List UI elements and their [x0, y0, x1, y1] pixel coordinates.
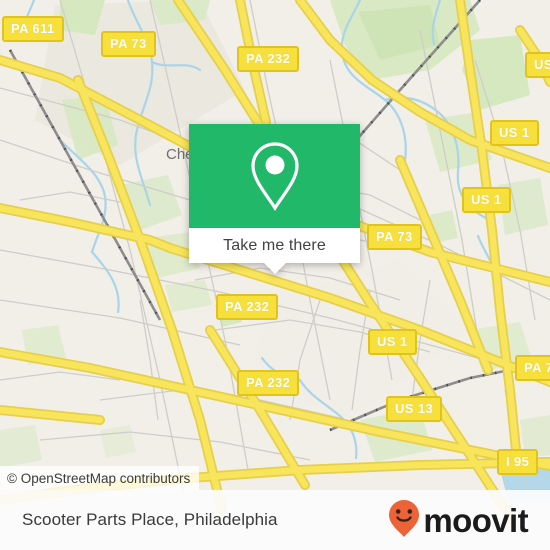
- road-shield-us-1-mid[interactable]: US 1: [462, 187, 511, 213]
- road-shield-us-1-upper[interactable]: US 1: [490, 120, 539, 146]
- road-shield-pa-232-mid[interactable]: PA 232: [216, 294, 279, 320]
- road-shield-pa-73-north[interactable]: PA 73: [101, 31, 156, 57]
- moovit-pin-icon: [387, 498, 421, 543]
- moovit-logo[interactable]: moovit: [387, 498, 529, 543]
- map-attribution[interactable]: © OpenStreetMap contributors: [0, 466, 200, 490]
- popup-pointer: [263, 263, 286, 274]
- road-shield-us-13[interactable]: US 13: [386, 396, 443, 422]
- map-pin-icon: [248, 140, 302, 212]
- road-shield-pa-611[interactable]: PA 611: [2, 16, 64, 42]
- road-shield-i-95[interactable]: I 95: [497, 449, 539, 475]
- place-title: Scooter Parts Place, Philadelphia: [22, 510, 278, 529]
- road-shield-pa-232-north[interactable]: PA 232: [237, 46, 300, 72]
- location-popup-card[interactable]: Take me there: [189, 124, 360, 274]
- take-me-there-button[interactable]: Take me there: [189, 228, 360, 263]
- road-shield-us-1-lower[interactable]: US 1: [368, 329, 417, 355]
- take-me-there-label: Take me there: [223, 236, 326, 254]
- bottom-bar: Scooter Parts Place, Philadelphia moovit: [0, 490, 550, 550]
- moovit-wordmark: moovit: [423, 501, 528, 539]
- screenshot-root: Che PA 611 PA 73 PA 232 US US 1 US 1 PA …: [0, 0, 550, 550]
- attribution-text: © OpenStreetMap contributors: [7, 470, 191, 486]
- popup-image-area: [189, 124, 360, 228]
- road-shield-pa-73-right[interactable]: PA 73: [515, 355, 550, 381]
- road-shield-us-edge[interactable]: US: [525, 52, 550, 78]
- road-shield-pa-73-mid[interactable]: PA 73: [367, 224, 422, 250]
- road-shield-pa-232-lower[interactable]: PA 232: [237, 370, 300, 396]
